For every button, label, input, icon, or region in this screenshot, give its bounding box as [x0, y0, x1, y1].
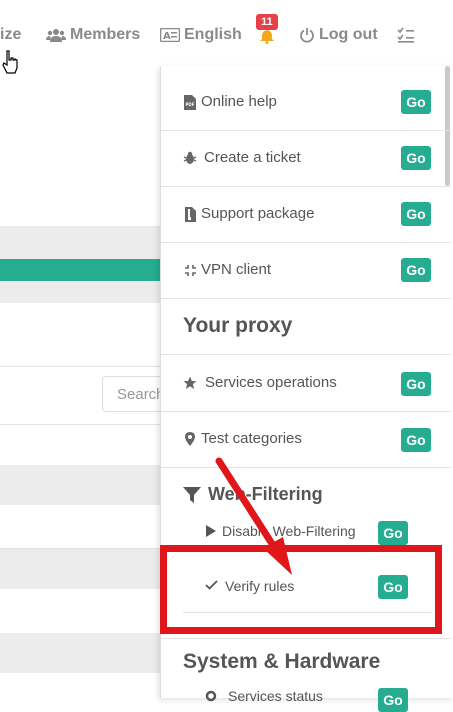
- background-progress-bar: [0, 259, 160, 281]
- filter-icon: [183, 487, 201, 503]
- menu-item-services-status[interactable]: Services status: [228, 688, 323, 704]
- nav-item-members[interactable]: Members: [46, 26, 140, 44]
- background-stripe: [0, 281, 160, 303]
- play-icon: [206, 525, 216, 537]
- section-title-system-hardware: System & Hardware: [183, 650, 381, 673]
- gear-icon: [205, 690, 217, 702]
- hand-cursor-icon: [2, 50, 18, 74]
- divider: [161, 638, 451, 639]
- section-title-your-proxy: Your proxy: [183, 314, 293, 337]
- menu-item-label: Test categories: [201, 430, 302, 447]
- nav-item-partial[interactable]: ize: [0, 26, 21, 44]
- go-button[interactable]: Go: [401, 428, 431, 452]
- menu-item-label: Services operations: [205, 374, 337, 391]
- annotation-highlight-box: [160, 545, 442, 634]
- nav-item-partial-label: ize: [0, 26, 22, 43]
- notification-badge: 11: [256, 14, 278, 30]
- divider: [0, 366, 160, 367]
- background-table-row: [0, 465, 160, 505]
- power-icon: [300, 28, 314, 43]
- divider: [0, 424, 160, 425]
- users-icon: [46, 29, 66, 42]
- go-button[interactable]: Go: [401, 372, 431, 396]
- tasks-icon[interactable]: [397, 27, 415, 43]
- menu-item-label: Create a ticket: [204, 149, 301, 166]
- background-table-header: [0, 226, 160, 259]
- go-button[interactable]: Go: [401, 258, 431, 282]
- background-table-row: [0, 633, 160, 673]
- menu-item-create-ticket[interactable]: Create a ticket Go: [161, 130, 451, 187]
- package-file-icon: [183, 206, 197, 222]
- svg-text:PDF: PDF: [186, 102, 195, 107]
- background-table-row: [0, 549, 160, 589]
- top-navigation-bar: ize Members A English 11 Log out: [0, 0, 453, 66]
- nav-item-language-label: English: [184, 26, 242, 43]
- pdf-file-icon: PDF: [183, 94, 197, 110]
- menu-item-test-categories[interactable]: Test categories Go: [161, 411, 451, 468]
- search-placeholder: Search: [117, 386, 165, 403]
- map-marker-icon: [183, 431, 197, 447]
- go-button[interactable]: Go: [401, 146, 431, 170]
- section-title-web-filtering: Web-Filtering: [208, 484, 323, 504]
- go-button[interactable]: Go: [401, 90, 431, 114]
- nav-item-logout-label: Log out: [319, 26, 378, 43]
- bug-icon: [183, 150, 197, 166]
- menu-item-vpn-client[interactable]: VPN client Go: [161, 242, 451, 299]
- menu-item-support-package[interactable]: Support package Go: [161, 186, 451, 243]
- star-icon: [183, 375, 197, 391]
- go-button[interactable]: Go: [378, 688, 408, 712]
- nav-item-language[interactable]: A English: [160, 26, 242, 44]
- menu-item-disable-web-filtering[interactable]: Disable Web-Filtering: [222, 523, 356, 539]
- nav-item-logout[interactable]: Log out: [299, 26, 378, 44]
- svg-text:A: A: [163, 31, 171, 42]
- go-button[interactable]: Go: [401, 202, 431, 226]
- menu-item-services-operations[interactable]: Services operations Go: [161, 355, 451, 412]
- menu-item-label: VPN client: [201, 261, 272, 278]
- compress-icon: [183, 262, 197, 278]
- menu-item-label: Support package: [201, 205, 315, 222]
- bell-icon[interactable]: [259, 30, 275, 44]
- language-icon: A: [160, 28, 180, 42]
- menu-item-online-help[interactable]: PDF Online help Go: [161, 74, 451, 131]
- menu-item-label: Online help: [201, 93, 277, 110]
- go-button[interactable]: Go: [378, 521, 408, 545]
- nav-item-members-label: Members: [70, 26, 141, 43]
